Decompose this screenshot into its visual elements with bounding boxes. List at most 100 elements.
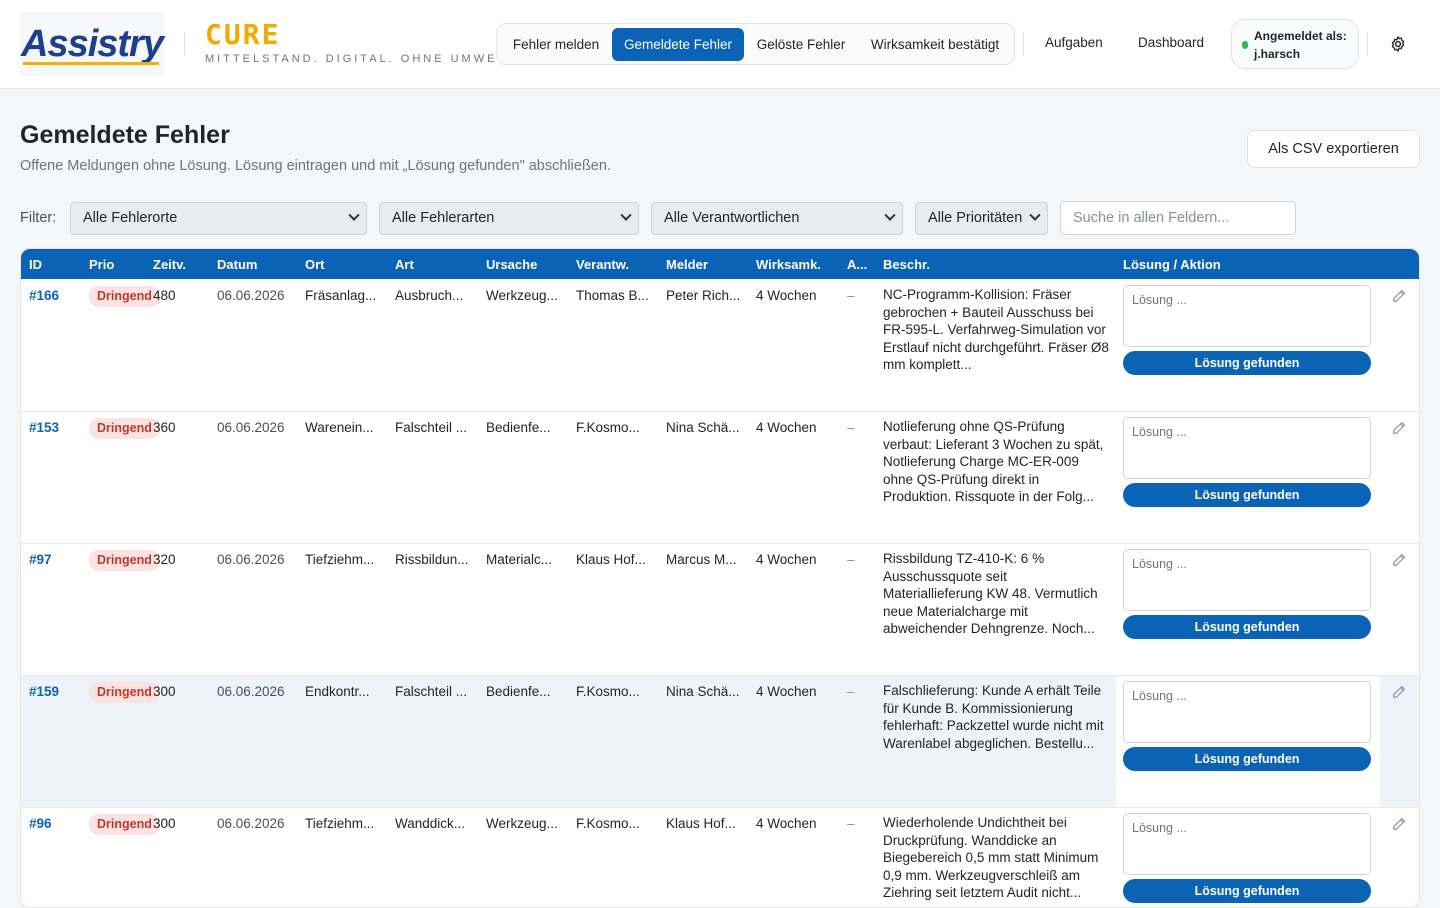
cell-verantw: F.Kosmo... (576, 816, 640, 831)
cell-melder: Nina Schä... (666, 684, 740, 699)
table-row: #159 Dringend 300 06.06.2026 Endkontr... Fals… (21, 676, 1419, 808)
solution-found-button[interactable]: Lösung gefunden (1123, 483, 1371, 507)
cell-datum: 06.06.2026 (217, 552, 285, 567)
cell-a: – (847, 816, 855, 831)
cell-verantw: Thomas B... (576, 288, 649, 303)
solution-input[interactable] (1123, 549, 1371, 611)
cell-art: Wanddick... (395, 816, 466, 831)
cell-datum: 06.06.2026 (217, 420, 285, 435)
tab-wirksamkeit-bestaetigt[interactable]: Wirksamkeit bestätigt (859, 28, 1011, 61)
gear-icon[interactable] (1389, 35, 1407, 53)
col-ursache[interactable]: Ursache (486, 257, 537, 272)
chevron-down-icon (348, 209, 360, 221)
priority-badge: Dringend (89, 682, 160, 703)
row-id-link[interactable]: #159 (29, 684, 59, 699)
cell-datum: 06.06.2026 (217, 684, 285, 699)
select-fehlerort-value: Alle Fehlerorte (83, 210, 178, 226)
cell-beschreibung: NC-Programm-Kollision: Fräser gebrochen … (883, 287, 1109, 372)
divider (1023, 32, 1024, 56)
cell-ursache: Bedienfe... (486, 420, 551, 435)
select-verantwortlicher-value: Alle Verantwortlichen (664, 210, 800, 226)
solution-input[interactable] (1123, 417, 1371, 479)
cell-wirksamk: 4 Wochen (756, 816, 817, 831)
edit-pencil-icon[interactable] (1392, 817, 1406, 831)
row-id-link[interactable]: #166 (29, 288, 59, 303)
cell-a: – (847, 684, 855, 699)
table-row: #97 Dringend 320 06.06.2026 Tiefziehm... Riss… (21, 544, 1419, 676)
tab-geloeste-fehler[interactable]: Gelöste Fehler (747, 28, 855, 61)
cell-beschreibung: Wiederholende Undichtheit bei Druckprüfu… (883, 815, 1099, 900)
col-prio[interactable]: Prio (89, 257, 114, 272)
cell-art: Rissbildun... (395, 552, 469, 567)
chevron-down-icon (1029, 209, 1041, 221)
select-fehlerart-value: Alle Fehlerarten (392, 210, 495, 226)
cell-ursache: Materialc... (486, 552, 553, 567)
cell-a: – (847, 552, 855, 567)
table-row: #153 Dringend 360 06.06.2026 Warenein... Fals… (21, 412, 1419, 544)
priority-badge: Dringend (89, 418, 160, 439)
table-header: ID Prio Zeitv. Datum Ort Art Ursache Ver… (21, 249, 1419, 279)
cell-ursache: Werkzeug... (486, 816, 558, 831)
table-row: #166 Dringend 480 06.06.2026 Fräsanlag... Aus… (21, 280, 1419, 412)
col-ort[interactable]: Ort (305, 257, 325, 272)
edit-pencil-icon[interactable] (1392, 421, 1406, 435)
chevron-down-icon (620, 209, 632, 221)
page-subtitle: Offene Meldungen ohne Lösung. Lösung ein… (20, 158, 611, 174)
edit-pencil-icon[interactable] (1392, 289, 1406, 303)
col-beschr[interactable]: Beschr. (883, 257, 930, 272)
solution-found-button[interactable]: Lösung gefunden (1123, 351, 1371, 375)
tab-fehler-melden[interactable]: Fehler melden (501, 28, 611, 61)
cell-ort: Tiefziehm... (305, 816, 375, 831)
cell-a: – (847, 420, 855, 435)
cell-zeitv: 320 (153, 552, 176, 567)
solution-found-button[interactable]: Lösung gefunden (1123, 615, 1371, 639)
solution-input[interactable] (1123, 813, 1371, 875)
select-prioritaet-value: Alle Prioritäten (928, 210, 1023, 226)
cell-ort: Tiefziehm... (305, 552, 375, 567)
divider (1367, 32, 1368, 56)
cell-verantw: F.Kosmo... (576, 420, 640, 435)
brand-subtitle: MITTELSTAND. DIGITAL. OHNE UMWEGE. (205, 53, 526, 65)
cell-ort: Warenein... (305, 420, 374, 435)
cell-verantw: F.Kosmo... (576, 684, 640, 699)
col-art[interactable]: Art (395, 257, 414, 272)
col-a[interactable]: A... (847, 257, 867, 272)
solution-found-button[interactable]: Lösung gefunden (1123, 879, 1371, 903)
solution-found-button[interactable]: Lösung gefunden (1123, 747, 1371, 771)
col-zeitv[interactable]: Zeitv. (153, 257, 186, 272)
export-csv-button[interactable]: Als CSV exportieren (1247, 130, 1420, 168)
user-name: j.harsch (1254, 47, 1301, 61)
solution-input[interactable] (1123, 285, 1371, 347)
page-title: Gemeldete Fehler (20, 121, 230, 149)
cell-verantw: Klaus Hof... (576, 552, 646, 567)
cell-beschreibung: Falschlieferung: Kunde A erhält Teile fü… (883, 683, 1104, 751)
tab-gemeldete-fehler[interactable]: Gemeldete Fehler (612, 28, 744, 61)
edit-pencil-icon[interactable] (1392, 553, 1406, 567)
assistry-logo[interactable]: Assistry (20, 12, 164, 76)
row-id-link[interactable]: #97 (29, 552, 52, 567)
cell-art: Ausbruch... (395, 288, 464, 303)
col-wirksamk[interactable]: Wirksamk. (756, 257, 821, 272)
cell-datum: 06.06.2026 (217, 816, 285, 831)
select-verantwortlicher[interactable]: Alle Verantwortlichen (651, 202, 903, 235)
main-nav: Fehler melden Gemeldete Fehler Gelöste F… (496, 23, 1015, 65)
user-status: Angemeldet als: j.harsch (1231, 19, 1359, 69)
cell-wirksamk: 4 Wochen (756, 420, 817, 435)
col-datum[interactable]: Datum (217, 257, 257, 272)
col-melder[interactable]: Melder (666, 257, 708, 272)
select-prioritaet[interactable]: Alle Prioritäten (915, 202, 1048, 235)
select-fehlerort[interactable]: Alle Fehlerorte (70, 202, 367, 235)
col-verantw[interactable]: Verantw. (576, 257, 629, 272)
row-id-link[interactable]: #96 (29, 816, 52, 831)
edit-pencil-icon[interactable] (1392, 685, 1406, 699)
link-aufgaben[interactable]: Aufgaben (1045, 35, 1103, 50)
solution-input[interactable] (1123, 681, 1371, 743)
row-id-link[interactable]: #153 (29, 420, 59, 435)
filter-label: Filter: (20, 210, 57, 226)
col-id[interactable]: ID (29, 257, 42, 272)
cell-melder: Nina Schä... (666, 420, 740, 435)
link-dashboard[interactable]: Dashboard (1138, 35, 1204, 50)
cell-ort: Fräsanlag... (305, 288, 377, 303)
select-fehlerart[interactable]: Alle Fehlerarten (379, 202, 639, 235)
search-input[interactable] (1060, 201, 1296, 235)
